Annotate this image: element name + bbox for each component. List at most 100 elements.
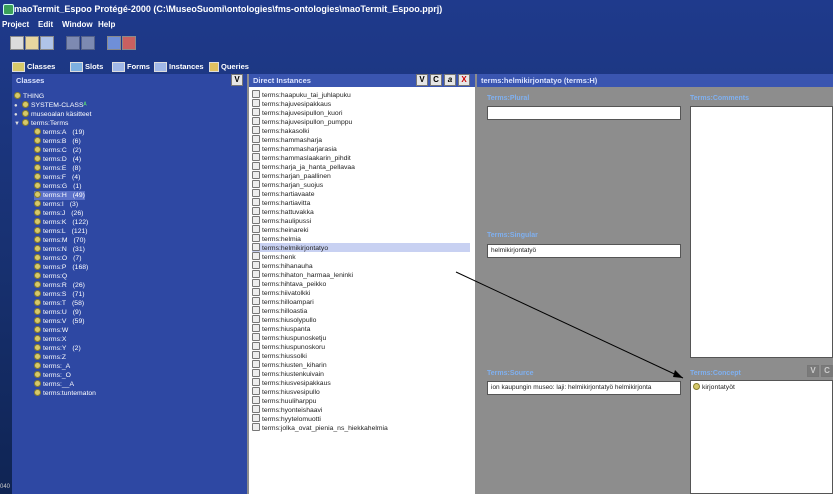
menu-window[interactable]: Window [62,20,93,29]
list-item[interactable]: terms:hyytelomuotti [252,414,321,423]
tree-item-terms-m[interactable]: terms:M (70) [34,236,86,245]
list-item[interactable]: terms:jolka_ovat_pienia_ns_hiekkahelmia [252,423,388,432]
list-item[interactable]: terms:hakasolki [252,126,309,135]
tree-item-terms-k[interactable]: terms:K (122) [34,218,88,227]
list-item[interactable]: terms:hajuvesipullon_kuori [252,108,342,117]
tab-slots[interactable]: Slots [70,60,103,75]
tree-item-terms-n[interactable]: terms:N (31) [34,245,85,254]
tree-item-terms-t[interactable]: terms:T (58) [34,299,84,308]
tree-item-terms-p[interactable]: terms:P (168) [34,263,88,272]
open-project-icon[interactable] [25,36,39,50]
tree-item-terms-j[interactable]: terms:J (26) [34,209,83,218]
list-item[interactable]: terms:hihanauha [252,261,313,270]
list-item[interactable]: terms:hartiavitta [252,198,310,207]
tab-forms[interactable]: Forms [112,60,150,75]
tree-item-terms-s[interactable]: terms:S (71) [34,290,85,299]
new-project-icon[interactable] [10,36,24,50]
tree-item-terms-a-underscore[interactable]: terms:_A [34,362,70,371]
list-item[interactable]: terms:haapuku_tai_juhlapuku [252,90,351,99]
create-instance-button[interactable]: C [430,74,442,86]
tree-item-terms-e[interactable]: terms:E (8) [34,164,81,173]
concept-view-button[interactable]: V [807,365,819,377]
list-item[interactable]: terms:heinareki [252,225,308,234]
source-field[interactable]: ion kaupungin museo: laji: helmikirjonta… [487,381,681,395]
tree-item-terms-w[interactable]: terms:W [34,326,74,335]
list-item[interactable]: terms:hihtava_peikko [252,279,326,288]
tree-item-terms-z[interactable]: terms:Z [34,353,72,362]
list-item[interactable]: terms:hammasharja [252,135,322,144]
tree-item-thing[interactable]: THING [14,92,44,101]
list-item[interactable]: terms:hiusolypullo [252,315,316,324]
cut-icon[interactable] [66,36,80,50]
list-item[interactable]: terms:hiustenkuivain [252,369,324,378]
save-project-icon[interactable] [40,36,54,50]
copy-icon[interactable] [81,36,95,50]
tree-item-terms-o-underscore[interactable]: terms:_O [34,371,71,380]
annotate-instance-button[interactable]: a [444,74,456,86]
list-item[interactable]: terms:hiuspunosketju [252,333,326,342]
tree-item-terms-y[interactable]: terms:Y (2) [34,344,81,353]
tab-classes[interactable]: Classes [12,60,55,75]
list-item[interactable]: terms:helmia [252,234,301,243]
help-icon[interactable] [107,36,121,50]
tree-item-terms[interactable]: ▼ terms:Terms [14,119,68,128]
list-item[interactable]: terms:hilloastia [252,306,307,315]
tree-item-terms-c[interactable]: terms:C (2) [34,146,81,155]
tree-item-terms-u[interactable]: terms:U (9) [34,308,81,317]
tree-item-terms-r[interactable]: terms:R (26) [34,281,85,290]
tree-item-terms-a[interactable]: terms:A (19) [34,128,85,137]
list-item[interactable]: terms:hajuvesipakkaus [252,99,331,108]
tree-item-system-class[interactable]: ● SYSTEM-CLASSᴬ [14,101,87,110]
list-item[interactable]: terms:hajuvesipullon_pumppu [252,117,352,126]
list-item[interactable]: terms:hattuvakka [252,207,314,216]
list-item[interactable]: terms:haulipussi [252,216,311,225]
plural-field[interactable] [487,106,681,120]
tree-item-terms-h[interactable]: terms:H (49) [34,191,85,200]
tree-item-museoalan-kasitteet[interactable]: ● museoalan käsitteet [14,110,91,119]
list-item[interactable]: terms:hammasharjarasia [252,144,337,153]
tree-item-terms-x[interactable]: terms:X [34,335,72,344]
collapse-icon[interactable]: ▼ [14,120,21,129]
list-item-selected[interactable]: terms:helmikirjontatyo [252,243,470,252]
list-item[interactable]: terms:harja_ja_hanta_pellavaa [252,162,355,171]
concept-item[interactable]: kirjontatyöt [693,383,735,392]
list-item[interactable]: terms:hiuspunoskoru [252,342,325,351]
list-item[interactable]: terms:harjan_suojus [252,180,323,189]
list-item[interactable]: terms:hiussolki [252,351,307,360]
list-item[interactable]: terms:harjan_paallinen [252,171,331,180]
list-item[interactable]: terms:hihaton_harmaa_leninki [252,270,353,279]
list-item[interactable]: terms:hyonteishaavi [252,405,322,414]
tree-item-terms-o[interactable]: terms:O (7) [34,254,81,263]
delete-instance-button[interactable]: X [458,74,470,86]
list-item[interactable]: terms:hilloampari [252,297,314,306]
tab-instances[interactable]: Instances [154,60,204,75]
tree-item-terms-q[interactable]: terms:Q [34,272,73,281]
list-item[interactable]: terms:hiuspanta [252,324,310,333]
menu-project[interactable]: Project [2,20,29,29]
tree-item-terms-f[interactable]: terms:F (4) [34,173,80,182]
tab-queries[interactable]: Queries [209,60,249,75]
list-item[interactable]: terms:hiusvesipullo [252,387,320,396]
info-icon[interactable] [122,36,136,50]
menu-edit[interactable]: Edit [38,20,53,29]
list-item[interactable]: terms:hiivatolkki [252,288,310,297]
menu-help[interactable]: Help [98,20,115,29]
view-instance-button[interactable]: V [416,74,428,86]
classes-view-button[interactable]: V [231,74,243,86]
tree-item-terms-i[interactable]: terms:I (3) [34,200,78,209]
tree-item-terms-tuntematon[interactable]: terms:tuntematon [34,389,96,398]
singular-field[interactable]: helmikirjontatyö [487,244,681,258]
tree-item-terms-b[interactable]: terms:B (6) [34,137,81,146]
list-item[interactable]: terms:henk [252,252,296,261]
concept-list[interactable]: kirjontatyöt [690,380,833,494]
tree-item-terms-a-double-underscore[interactable]: terms:__A [34,380,74,389]
list-item[interactable]: terms:hartiavaate [252,189,315,198]
tree-item-terms-l[interactable]: terms:L (121) [34,227,88,236]
list-item[interactable]: terms:huuliharppu [252,396,316,405]
list-item[interactable]: terms:hammaslaakarin_pihdit [252,153,351,162]
tree-item-terms-d[interactable]: terms:D (4) [34,155,81,164]
list-item[interactable]: terms:hiusten_kiharin [252,360,327,369]
tree-item-terms-v[interactable]: terms:V (59) [34,317,85,326]
list-item[interactable]: terms:hiusvesipakkaus [252,378,331,387]
concept-create-button[interactable]: C [821,365,833,377]
